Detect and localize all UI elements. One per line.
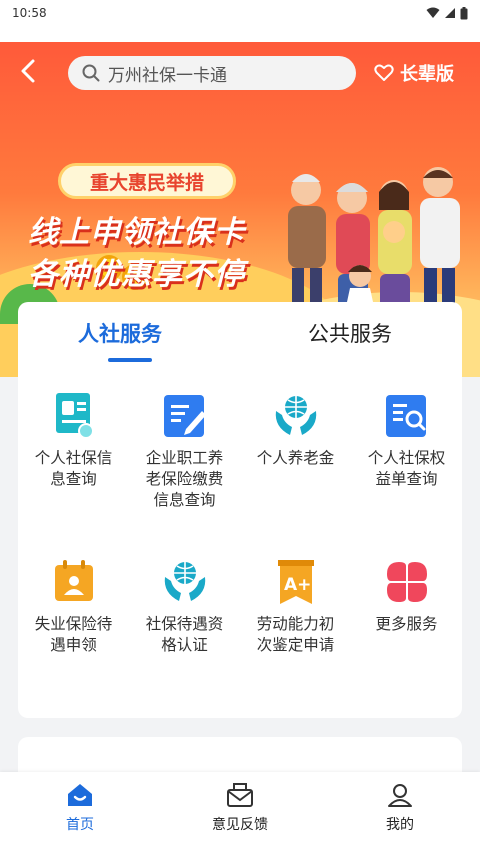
service-label: 更多服务 — [375, 615, 438, 633]
tabbar-label: 首页 — [66, 817, 94, 833]
service-label: 个人社保权益单查询 — [367, 449, 446, 488]
service-personal-insurance-info[interactable]: 个人社保信息查询 — [18, 392, 129, 490]
id-card-icon — [50, 392, 98, 440]
edit-document-icon — [161, 392, 209, 440]
chevron-left-icon — [21, 59, 35, 83]
document-search-icon — [383, 392, 431, 440]
heart-icon — [374, 64, 394, 81]
signal-icon — [445, 8, 455, 18]
service-pension-payment-query[interactable]: 企业职工养老保险缴费信息查询 — [129, 392, 240, 511]
promo-headline-1: 线上申领社保卡 — [28, 215, 245, 250]
tabbar-profile[interactable]: 我的 — [350, 782, 450, 834]
user-icon — [388, 784, 412, 807]
battery-icon — [460, 6, 468, 19]
service-label: 个人社保信息查询 — [34, 449, 113, 488]
services-card: 人社服务 公共服务 个人社保信息查询 企业职工养老保险缴费信息查询 个人养老金 … — [18, 302, 462, 718]
elder-mode-label: 长辈版 — [400, 64, 454, 85]
service-insurance-rights-statement[interactable]: 个人社保权益单查询 — [351, 392, 462, 490]
tabbar-label: 我的 — [386, 817, 414, 833]
search-placeholder: 万州社保一卡通 — [108, 65, 227, 86]
bottom-tab-bar: 首页 意见反馈 我的 — [0, 772, 480, 853]
service-label: 劳动能力初次鉴定申请 — [256, 615, 335, 654]
tab-hr-services[interactable]: 人社服务 — [78, 318, 162, 348]
tab-public-services[interactable]: 公共服务 — [308, 318, 392, 348]
globe-hands-icon — [272, 392, 320, 440]
service-label: 个人养老金 — [256, 449, 335, 467]
service-label: 失业保险待遇申领 — [34, 615, 113, 654]
status-bar: 10:58 — [0, 0, 480, 26]
service-work-ability-assessment[interactable]: A+ 劳动能力初次鉴定申请 — [240, 558, 351, 656]
four-petal-icon — [383, 558, 431, 606]
promo-headline-2: 各种优惠享不停 — [28, 257, 245, 292]
service-personal-pension[interactable]: 个人养老金 — [240, 392, 351, 469]
top-bar: 万州社保一卡通 长辈版 — [0, 56, 480, 92]
service-tabs: 人社服务 公共服务 — [18, 302, 462, 362]
status-time: 10:58 — [12, 6, 47, 20]
active-tab-indicator — [108, 358, 152, 362]
calendar-person-icon — [50, 558, 98, 606]
service-unemployment-benefit[interactable]: 失业保险待遇申领 — [18, 558, 129, 656]
wifi-icon — [426, 7, 440, 18]
tabbar-label: 意见反馈 — [212, 817, 268, 833]
back-button[interactable] — [20, 58, 50, 90]
service-label: 社保待遇资格认证 — [145, 615, 224, 654]
home-icon — [68, 784, 92, 806]
search-icon — [82, 64, 100, 82]
search-input[interactable]: 万州社保一卡通 — [68, 56, 356, 90]
mail-icon — [227, 783, 253, 807]
globe-hands-icon — [161, 558, 209, 606]
service-label: 企业职工养老保险缴费信息查询 — [145, 449, 224, 509]
promo-badge: 重大惠民举措 — [58, 163, 236, 199]
tabbar-feedback[interactable]: 意见反馈 — [190, 782, 290, 834]
grade-a-plus-icon: A+ — [272, 558, 320, 606]
service-benefit-qualification[interactable]: 社保待遇资格认证 — [129, 558, 240, 656]
elder-mode-button[interactable]: 长辈版 — [374, 60, 454, 86]
status-gap — [0, 26, 480, 42]
status-icons — [426, 6, 468, 20]
svg-text:A+: A+ — [284, 575, 311, 595]
service-more[interactable]: 更多服务 — [351, 558, 462, 635]
tabbar-home[interactable]: 首页 — [30, 782, 130, 834]
